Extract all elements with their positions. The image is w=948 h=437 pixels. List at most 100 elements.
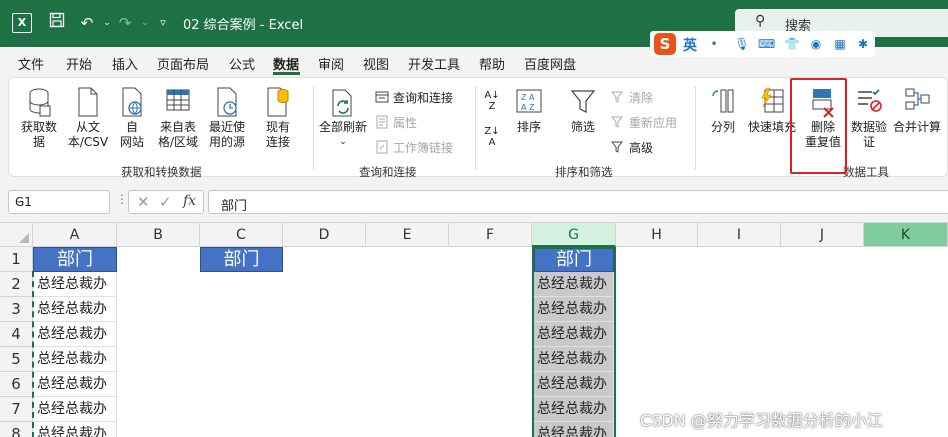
text-to-columns-button[interactable]: 分列 bbox=[703, 86, 743, 135]
menu-view[interactable]: 视图 bbox=[363, 54, 389, 73]
cell-a5[interactable]: 总经总裁办 bbox=[34, 347, 117, 372]
ime-mode-label[interactable]: 英 bbox=[683, 35, 697, 55]
column-header-k[interactable]: K bbox=[864, 223, 948, 247]
select-all-button[interactable] bbox=[0, 223, 33, 247]
row-header-8[interactable]: 8 bbox=[0, 422, 33, 437]
database-icon bbox=[29, 88, 51, 117]
cell-g1[interactable]: 部门 bbox=[534, 247, 614, 272]
column-header-a[interactable]: A bbox=[33, 223, 117, 247]
recent-sources-button[interactable]: 最近使 用的源 bbox=[204, 86, 250, 150]
edit-links-button[interactable]: 工作簿链接 bbox=[375, 139, 453, 156]
window-title: 02 综合案例 - Excel bbox=[183, 18, 304, 33]
undo-icon[interactable]: ↶ bbox=[76, 12, 98, 34]
redo-icon[interactable]: ↷ bbox=[114, 12, 136, 34]
settings-icon[interactable]: ✱ bbox=[855, 36, 871, 52]
keyboard-icon[interactable]: ⌨ bbox=[758, 36, 775, 52]
column-header-b[interactable]: B bbox=[117, 223, 200, 247]
queries-icon bbox=[375, 91, 389, 103]
punctuation-icon[interactable]: • bbox=[706, 36, 722, 52]
row-header-1[interactable]: 1 bbox=[0, 247, 33, 272]
clear-filter-icon bbox=[611, 91, 624, 103]
cell-g2[interactable]: 总经总裁办 bbox=[534, 272, 614, 297]
sort-button[interactable]: Z AA Z 排序 bbox=[511, 86, 547, 135]
column-header-f[interactable]: F bbox=[449, 223, 532, 247]
formula-input[interactable]: 部门 bbox=[208, 190, 948, 214]
cell-g6[interactable]: 总经总裁办 bbox=[534, 372, 614, 397]
group-label-data-tools: 数据工具 bbox=[843, 165, 889, 179]
enter-icon[interactable]: ✓ bbox=[159, 193, 172, 211]
name-box-dropdown-icon[interactable]: ⌄ bbox=[15, 195, 103, 206]
data-validation-button[interactable]: 数据验 证 bbox=[847, 86, 891, 150]
clear-filter-button[interactable]: 清除 bbox=[611, 89, 653, 106]
menu-formulas[interactable]: 公式 bbox=[229, 54, 255, 73]
queries-connections-button[interactable]: 查询和连接 bbox=[375, 89, 453, 106]
save-icon[interactable] bbox=[46, 12, 68, 34]
row-header-5[interactable]: 5 bbox=[0, 347, 33, 372]
microphone-icon[interactable]: 🎙 bbox=[734, 36, 750, 52]
sort-ascending-button[interactable]: A↓ Z bbox=[481, 90, 503, 112]
cell-c1[interactable]: 部门 bbox=[200, 247, 283, 272]
existing-connections-button[interactable]: 现有 连接 bbox=[261, 86, 295, 150]
column-header-g[interactable]: G bbox=[532, 223, 616, 247]
from-web-button[interactable]: 自 网站 bbox=[115, 86, 149, 150]
customize-qat-icon[interactable]: ▿ bbox=[152, 12, 174, 34]
data-validation-icon bbox=[858, 89, 882, 112]
filter-button[interactable]: 筛选 bbox=[565, 86, 601, 135]
game-icon[interactable]: ◉ bbox=[808, 36, 824, 52]
data-validation-label: 数据验 证 bbox=[850, 120, 887, 149]
reapply-button[interactable]: 重新应用 bbox=[611, 114, 677, 131]
cell-a1[interactable]: 部门 bbox=[33, 247, 117, 272]
menu-review[interactable]: 审阅 bbox=[318, 54, 344, 73]
sogou-logo-icon[interactable]: S bbox=[654, 33, 676, 55]
refresh-all-button[interactable]: 全部刷新 ⌄ bbox=[319, 86, 367, 150]
menu-data[interactable]: 数据 bbox=[273, 54, 299, 73]
row-header-2[interactable]: 2 bbox=[0, 272, 33, 297]
consolidate-icon bbox=[905, 88, 930, 110]
consolidate-button[interactable]: 合并计算 bbox=[891, 86, 943, 135]
cell-a3[interactable]: 总经总裁办 bbox=[34, 297, 117, 322]
cell-a2[interactable]: 总经总裁办 bbox=[34, 272, 117, 297]
worksheet-grid[interactable]: A B C D E F G H I J K 1 2 3 4 5 6 7 8 部门… bbox=[0, 222, 948, 437]
cancel-icon[interactable]: ✕ bbox=[137, 193, 150, 211]
from-text-csv-button[interactable]: 从文 本/CSV bbox=[65, 86, 111, 150]
menu-home[interactable]: 开始 bbox=[66, 54, 92, 73]
cell-g8[interactable]: 总经总裁办 bbox=[534, 422, 614, 437]
sort-descending-button[interactable]: Z↓ A bbox=[481, 126, 503, 148]
menu-developer[interactable]: 开发工具 bbox=[408, 54, 460, 73]
menu-help[interactable]: 帮助 bbox=[479, 54, 505, 73]
column-header-h[interactable]: H bbox=[616, 223, 698, 247]
skin-icon[interactable]: 👕 bbox=[784, 36, 800, 52]
menu-baidu-netdisk[interactable]: 百度网盘 bbox=[524, 54, 576, 73]
get-data-button[interactable]: 获取数 据 bbox=[19, 86, 59, 150]
toolbox-icon[interactable]: ▦ bbox=[832, 36, 848, 52]
cell-g7[interactable]: 总经总裁办 bbox=[534, 397, 614, 422]
advanced-filter-label: 高级 bbox=[629, 141, 654, 155]
column-header-d[interactable]: D bbox=[283, 223, 366, 247]
column-header-j[interactable]: J bbox=[781, 223, 864, 247]
column-header-e[interactable]: E bbox=[366, 223, 449, 247]
cell-a7[interactable]: 总经总裁办 bbox=[34, 397, 117, 422]
menu-page-layout[interactable]: 页面布局 bbox=[157, 54, 209, 73]
column-header-i[interactable]: I bbox=[698, 223, 781, 247]
cell-a8[interactable]: 总经总裁办 bbox=[34, 422, 117, 437]
cell-a4[interactable]: 总经总裁办 bbox=[34, 322, 117, 347]
sort-za-icon: Z↓ A bbox=[484, 126, 500, 148]
cell-g4[interactable]: 总经总裁办 bbox=[534, 322, 614, 347]
column-header-c[interactable]: C bbox=[200, 223, 283, 247]
row-header-6[interactable]: 6 bbox=[0, 372, 33, 397]
cell-g5[interactable]: 总经总裁办 bbox=[534, 347, 614, 372]
row-header-4[interactable]: 4 bbox=[0, 322, 33, 347]
advanced-filter-button[interactable]: 高级 bbox=[611, 139, 653, 156]
cell-g3[interactable]: 总经总裁办 bbox=[534, 297, 614, 322]
name-box[interactable]: G1 ⌄ bbox=[8, 190, 110, 214]
menu-insert[interactable]: 插入 bbox=[112, 54, 138, 73]
row-header-3[interactable]: 3 bbox=[0, 297, 33, 322]
cell-a6[interactable]: 总经总裁办 bbox=[34, 372, 117, 397]
insert-function-icon[interactable]: fx bbox=[183, 193, 196, 209]
row-header-7[interactable]: 7 bbox=[0, 397, 33, 422]
formula-bar-grip-icon[interactable]: ⋮ bbox=[116, 192, 128, 206]
properties-button[interactable]: 属性 bbox=[375, 114, 417, 131]
text-to-columns-icon bbox=[712, 89, 734, 113]
from-table-button[interactable]: 来自表 格/区域 bbox=[155, 86, 201, 150]
menu-file[interactable]: 文件 bbox=[18, 54, 44, 73]
